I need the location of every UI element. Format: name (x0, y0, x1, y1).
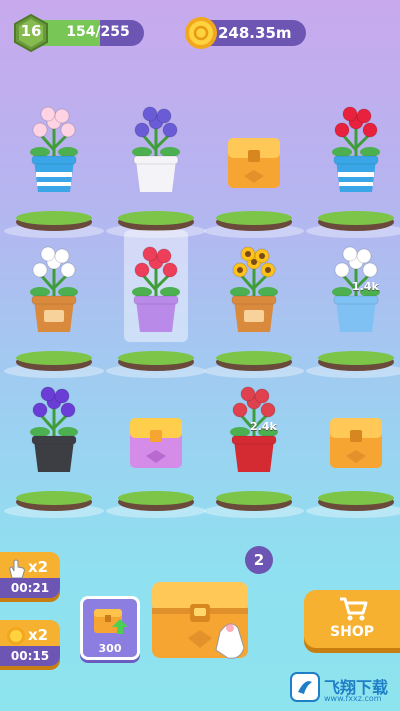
lily-plant (30, 106, 78, 192)
calla-lily-item (332, 246, 380, 332)
sunflower-item (230, 246, 278, 332)
xp-text: 154/255 (66, 24, 130, 40)
chest-item (228, 138, 280, 188)
grid-slot[interactable] (106, 90, 206, 240)
watermark: 飞翔下载 www.fxxz.com (288, 668, 400, 708)
big-chest[interactable] (150, 578, 252, 662)
lily-of-the-valley-plant (30, 246, 78, 332)
coin-icon (185, 17, 217, 49)
boost-timer: 00:15 (0, 646, 60, 666)
grid-slot[interactable] (106, 230, 206, 380)
boost-multiplier: x2 (28, 558, 49, 576)
chest-item (330, 418, 382, 468)
grid-slot[interactable] (4, 370, 104, 520)
grid-slot[interactable] (204, 230, 304, 380)
chest-icon (330, 418, 382, 468)
boost-multiplier: x2 (28, 626, 49, 644)
coin-boost-button[interactable]: x2 00:15 (0, 620, 60, 666)
lily-of-the-valley-item (30, 246, 78, 332)
chest-icon (228, 138, 280, 188)
chest-icon (130, 418, 182, 468)
tulip-item (124, 230, 188, 342)
level-number: 16 (20, 22, 42, 40)
morning-glory-item (30, 386, 78, 472)
cart-icon (340, 597, 368, 621)
sunflower-plant (230, 246, 278, 332)
grid-slot[interactable]: 2.4k (204, 370, 304, 520)
grid-slot[interactable] (4, 90, 104, 240)
earnings-badge: 1.4k (352, 280, 379, 293)
grid-slot[interactable] (4, 230, 104, 380)
coin-icon (7, 627, 25, 645)
lily-item (30, 106, 78, 192)
earnings-badge: 2.4k (250, 420, 277, 433)
morning-glory-plant (30, 386, 78, 472)
grid-slot[interactable] (306, 90, 400, 240)
watermark-url: www.fxxz.com (324, 694, 382, 703)
grid-slot[interactable] (306, 370, 400, 520)
upgrade-chest-button[interactable]: 300 (80, 596, 140, 660)
chest-count-badge: 2 (245, 546, 273, 574)
chest-purple-item (130, 418, 182, 468)
carnation-item (332, 106, 380, 192)
bluebell-plant (132, 106, 180, 192)
bluebell-item (132, 106, 180, 192)
grid-slot[interactable]: 1.4k (306, 230, 400, 380)
tap-boost-button[interactable]: x2 00:21 (0, 552, 60, 598)
carnation-plant (332, 106, 380, 192)
grid-slot[interactable] (204, 90, 304, 240)
shop-label: SHOP (330, 624, 374, 640)
chest-upgrade-icon (94, 609, 128, 634)
rose-item (230, 386, 278, 472)
grid-slot[interactable] (106, 370, 206, 520)
hand-icon (9, 559, 25, 579)
boost-timer: 00:21 (0, 578, 60, 598)
shop-button[interactable]: SHOP (304, 590, 400, 648)
coin-amount: 248.35m (218, 24, 292, 42)
upgrade-cost: 300 (98, 642, 122, 655)
watermark-logo-icon (290, 672, 320, 702)
